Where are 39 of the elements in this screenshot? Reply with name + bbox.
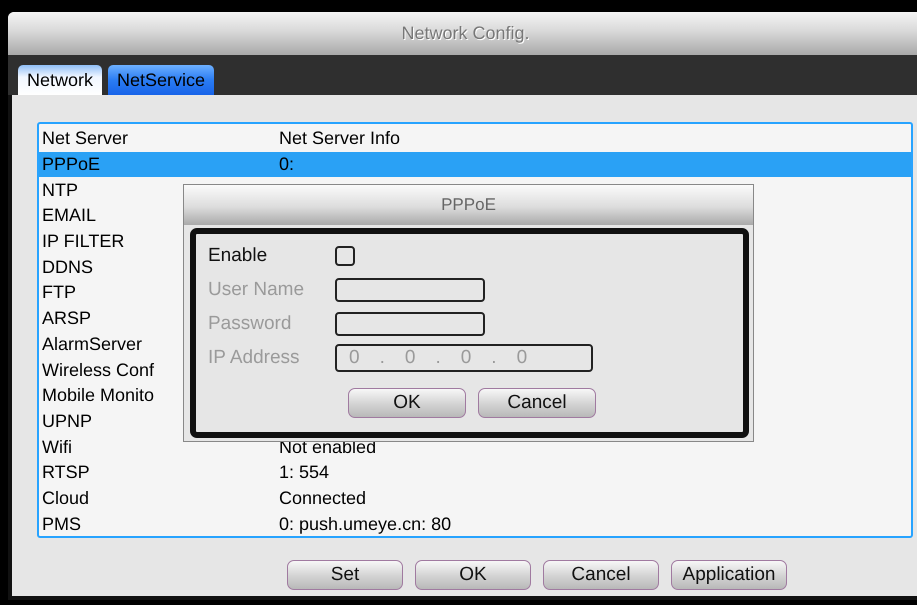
- dialog-button[interactable]: Application: [671, 560, 787, 590]
- list-row[interactable]: RTSP 1: 554: [39, 460, 911, 486]
- list-row[interactable]: Cloud Connected: [39, 486, 911, 512]
- server-name: Cloud: [42, 488, 90, 509]
- server-name: PMS: [42, 514, 82, 535]
- window-title: Network Config.: [401, 23, 530, 44]
- tab[interactable]: NetService: [108, 65, 214, 95]
- server-name: RTSP: [42, 462, 90, 484]
- list-row[interactable]: PMS 0: push.umeye.cn: 80: [39, 511, 911, 537]
- dialog-title: PPPoE: [441, 195, 496, 215]
- server-info: 0:: [279, 154, 294, 176]
- ip-octet: 0: [349, 347, 360, 369]
- field-label: IP Address: [208, 347, 301, 369]
- ip-octet: 0: [460, 347, 472, 369]
- ip-separator: .: [491, 347, 497, 369]
- enable-checkbox[interactable]: [335, 246, 355, 266]
- server-name: Wifi: [42, 436, 72, 458]
- server-name: PPPoE: [42, 154, 100, 176]
- tab[interactable]: Network: [18, 65, 102, 95]
- dialog-button[interactable]: OK: [415, 560, 531, 590]
- server-name: UPNP: [42, 410, 92, 432]
- dialog-button[interactable]: Cancel: [543, 560, 659, 590]
- ip-separator: .: [435, 347, 441, 369]
- server-info: Connected: [279, 488, 366, 509]
- field-label: User Name: [208, 279, 306, 301]
- dialog-button[interactable]: Set: [287, 560, 403, 590]
- server-info: 1: 554: [279, 462, 330, 484]
- ip-octet: 0: [404, 347, 416, 369]
- column-header: Net Server: [42, 128, 128, 150]
- field-label: Enable: [208, 245, 268, 267]
- field-label: Password: [208, 313, 292, 335]
- ip-separator: .: [380, 347, 385, 369]
- server-name: NTP: [42, 180, 78, 201]
- dialog-button[interactable]: Cancel: [478, 388, 596, 418]
- column-header: Net Server Info: [279, 128, 400, 150]
- server-info: 0: push.umeye.cn: 80: [279, 514, 452, 535]
- list-row[interactable]: PPPoE 0:: [39, 152, 911, 178]
- dialog-button[interactable]: OK: [348, 388, 466, 418]
- ip-octet: 0: [516, 347, 528, 369]
